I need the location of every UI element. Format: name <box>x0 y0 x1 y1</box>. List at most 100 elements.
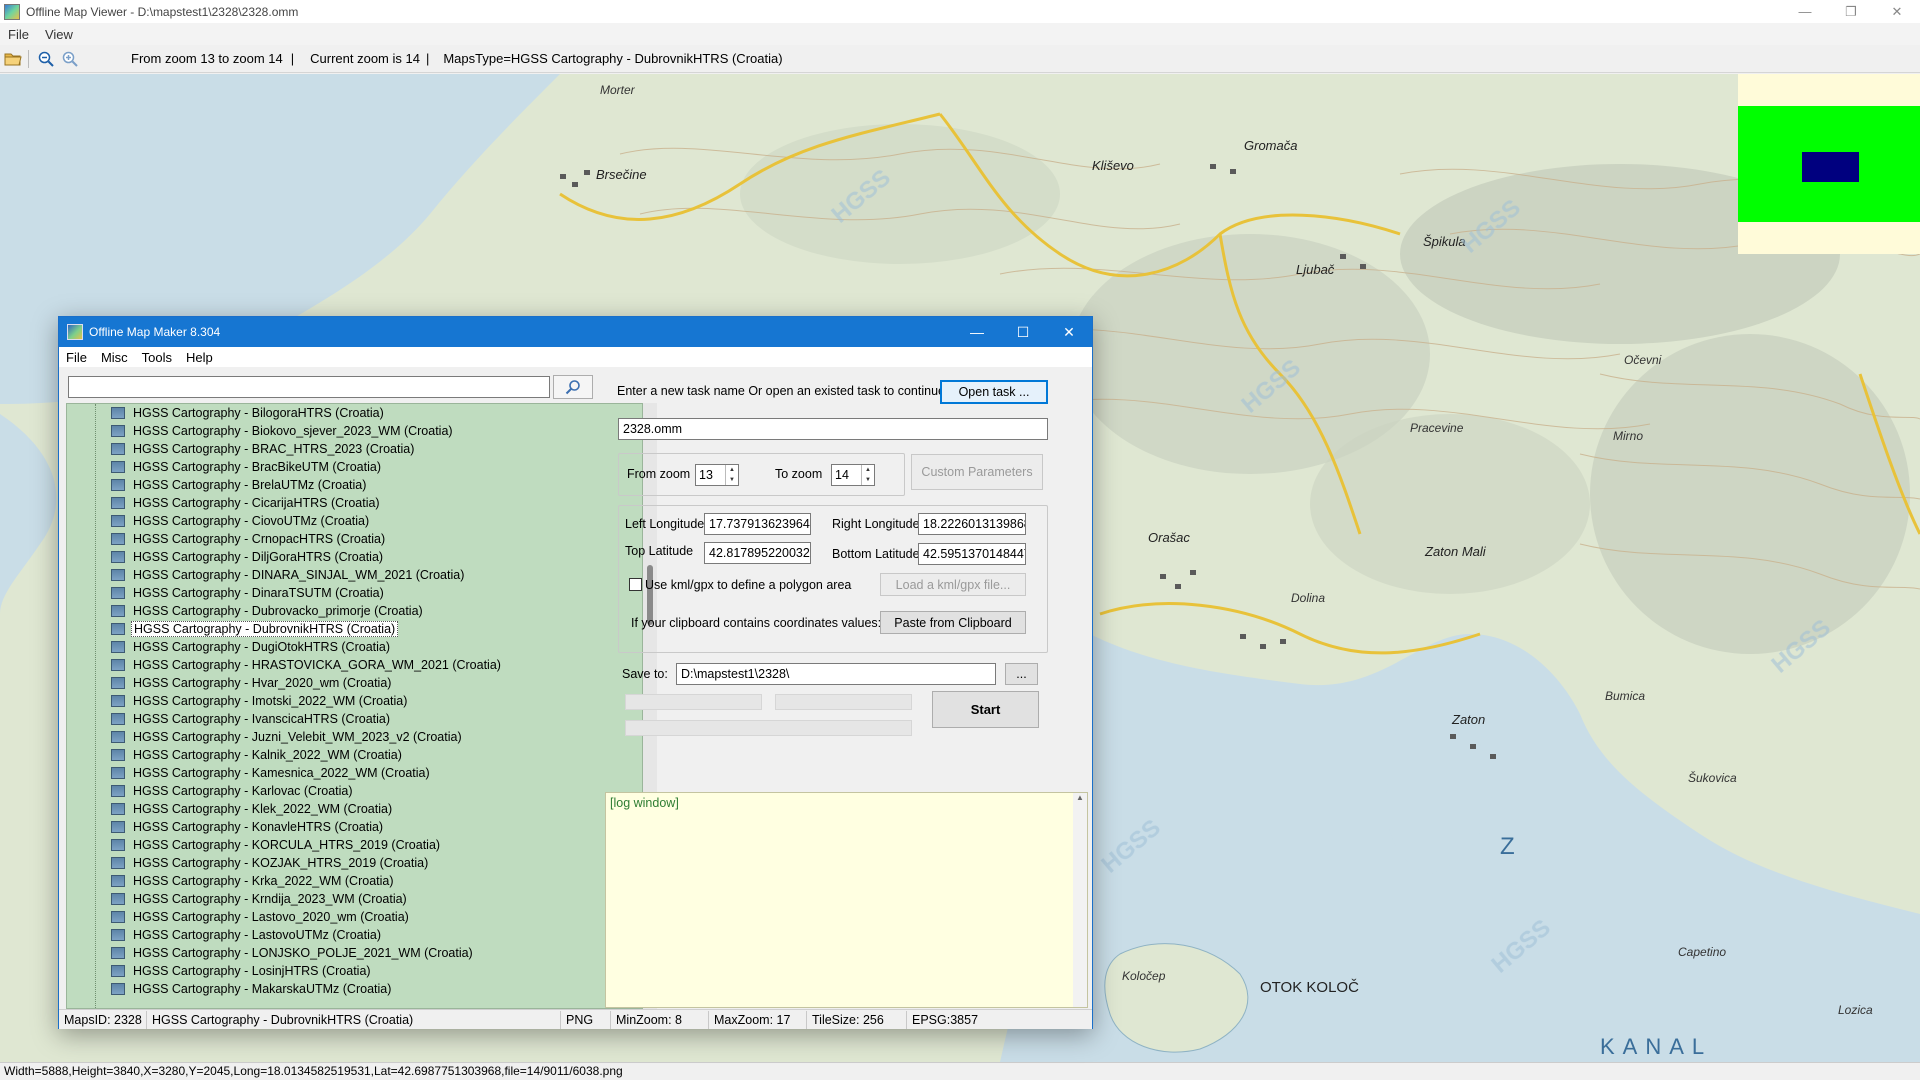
top-latitude-label: Top Latitude <box>625 544 694 558</box>
map-list-item[interactable]: HGSS Cartography - BRAC_HTRS_2023 (Croat… <box>67 440 642 458</box>
map-list-item[interactable]: HGSS Cartography - KORCULA_HTRS_2019 (Cr… <box>67 836 642 854</box>
map-list-item[interactable]: HGSS Cartography - Klek_2022_WM (Croatia… <box>67 800 642 818</box>
map-list-item[interactable]: HGSS Cartography - Karlovac (Croatia) <box>67 782 642 800</box>
map-list-item[interactable]: HGSS Cartography - LastovoUTMz (Croatia) <box>67 926 642 944</box>
menu-file[interactable]: File <box>0 27 37 42</box>
map-list-item[interactable]: HGSS Cartography - Kamesnica_2022_WM (Cr… <box>67 764 642 782</box>
left-longitude-field[interactable]: 17.7379136239647 <box>704 513 811 535</box>
search-button[interactable] <box>553 375 593 399</box>
map-list-item[interactable]: HGSS Cartography - Krka_2022_WM (Croatia… <box>67 872 642 890</box>
close-icon[interactable]: ✕ <box>1046 317 1092 347</box>
map-list-item[interactable]: HGSS Cartography - LONJSKO_POLJE_2021_WM… <box>67 944 642 962</box>
minimize-icon[interactable]: — <box>954 317 1000 347</box>
zoom-in-icon[interactable] <box>59 48 81 70</box>
map-list-item[interactable]: HGSS Cartography - Kalnik_2022_WM (Croat… <box>67 746 642 764</box>
bottom-latitude-field[interactable]: 42.5951370148447 <box>918 543 1026 565</box>
map-list-item[interactable]: HGSS Cartography - DiljGoraHTRS (Croatia… <box>67 548 642 566</box>
map-list-item[interactable]: HGSS Cartography - HRASTOVICKA_GORA_WM_2… <box>67 656 642 674</box>
map-list-item[interactable]: HGSS Cartography - CrnopacHTRS (Croatia) <box>67 530 642 548</box>
map-list-item-label: HGSS Cartography - Krndija_2023_WM (Croa… <box>133 892 407 906</box>
map-list-item-label: HGSS Cartography - DINARA_SINJAL_WM_2021… <box>133 568 465 582</box>
from-zoom-spinner[interactable]: 13 ▲ ▼ <box>695 464 739 486</box>
map-list-item[interactable]: HGSS Cartography - CicarijaHTRS (Croatia… <box>67 494 642 512</box>
current-zoom-text: Current zoom is 14 <box>310 51 420 66</box>
to-zoom-value: 14 <box>835 468 849 482</box>
map-list-item[interactable]: HGSS Cartography - Hvar_2020_wm (Croatia… <box>67 674 642 692</box>
maps-tree-list[interactable]: HGSS Cartography - BilogoraHTRS (Croatia… <box>66 403 643 1009</box>
map-list-item[interactable]: HGSS Cartography - LosinjHTRS (Croatia) <box>67 962 642 980</box>
map-list-item[interactable]: HGSS Cartography - DubrovnikHTRS (Croati… <box>67 620 642 638</box>
viewer-toolbar: From zoom 13 to zoom 14 | Current zoom i… <box>0 45 1920 73</box>
log-window[interactable]: [log window] ▲ <box>605 792 1088 1008</box>
map-list-item-label: HGSS Cartography - Dubrovacko_primorje (… <box>133 604 423 618</box>
map-icon <box>111 425 125 437</box>
menu-tools[interactable]: Tools <box>135 350 179 365</box>
map-icon <box>111 749 125 761</box>
map-label: Mirno <box>1613 429 1643 443</box>
menu-misc[interactable]: Misc <box>94 350 135 365</box>
map-list-item[interactable]: HGSS Cartography - Imotski_2022_WM (Croa… <box>67 692 642 710</box>
from-zoom-label: From zoom <box>627 467 691 481</box>
map-list-item[interactable]: HGSS Cartography - DugiOtokHTRS (Croatia… <box>67 638 642 656</box>
map-list-item[interactable]: HGSS Cartography - IvanscicaHTRS (Croati… <box>67 710 642 728</box>
map-list-item-label: HGSS Cartography - DubrovnikHTRS (Croati… <box>131 621 399 637</box>
spin-up-icon[interactable]: ▲ <box>862 465 874 475</box>
right-longitude-label: Right Longitude <box>832 517 920 531</box>
top-latitude-field[interactable]: 42.8178952200321 <box>704 542 811 564</box>
map-list-item[interactable]: HGSS Cartography - MakarskaUTMz (Croatia… <box>67 980 642 998</box>
paste-from-clipboard-button[interactable]: Paste from Clipboard <box>880 611 1026 634</box>
map-list-item[interactable]: HGSS Cartography - BracBikeUTM (Croatia) <box>67 458 642 476</box>
map-list-item-label: HGSS Cartography - Karlovac (Croatia) <box>133 784 353 798</box>
save-to-field[interactable]: D:\mapstest1\2328\ <box>676 663 996 685</box>
map-list-item[interactable]: HGSS Cartography - Lastovo_2020_wm (Croa… <box>67 908 642 926</box>
spin-up-icon[interactable]: ▲ <box>726 465 738 475</box>
map-list-item-label: HGSS Cartography - DinaraTSUTM (Croatia) <box>133 586 384 600</box>
minimize-icon[interactable]: — <box>1782 0 1828 23</box>
overview-viewport[interactable] <box>1802 152 1859 182</box>
start-button[interactable]: Start <box>932 691 1039 728</box>
map-list-item[interactable]: HGSS Cartography - CiovoUTMz (Croatia) <box>67 512 642 530</box>
map-icon <box>111 911 125 923</box>
menu-file[interactable]: File <box>59 350 94 365</box>
open-task-button[interactable]: Open task ... <box>940 380 1048 404</box>
open-folder-icon[interactable] <box>2 48 24 70</box>
map-icon <box>111 875 125 887</box>
overview-minimap[interactable] <box>1738 74 1920 254</box>
map-label: Orašac <box>1148 530 1190 545</box>
spin-down-icon[interactable]: ▼ <box>862 475 874 485</box>
map-icon <box>111 659 125 671</box>
map-list-item-label: HGSS Cartography - CicarijaHTRS (Croatia… <box>133 496 380 510</box>
log-scrollbar[interactable]: ▲ <box>1073 793 1087 1007</box>
spin-down-icon[interactable]: ▼ <box>726 475 738 485</box>
map-list-item-label: HGSS Cartography - Biokovo_sjever_2023_W… <box>133 424 453 438</box>
map-list-item[interactable]: HGSS Cartography - Dubrovacko_primorje (… <box>67 602 642 620</box>
custom-parameters-button[interactable]: Custom Parameters <box>911 454 1043 490</box>
map-list-item-label: HGSS Cartography - BRAC_HTRS_2023 (Croat… <box>133 442 415 456</box>
map-list-item[interactable]: HGSS Cartography - KOZJAK_HTRS_2019 (Cro… <box>67 854 642 872</box>
map-search-input[interactable] <box>68 376 550 398</box>
map-list-item[interactable]: HGSS Cartography - Biokovo_sjever_2023_W… <box>67 422 642 440</box>
to-zoom-spinner[interactable]: 14 ▲ ▼ <box>831 464 875 486</box>
map-list-item-label: HGSS Cartography - KORCULA_HTRS_2019 (Cr… <box>133 838 441 852</box>
zoom-out-icon[interactable] <box>35 48 57 70</box>
map-list-item[interactable]: HGSS Cartography - Juzni_Velebit_WM_2023… <box>67 728 642 746</box>
right-longitude-field[interactable]: 18.2226013139868 <box>918 513 1026 535</box>
menu-help[interactable]: Help <box>179 350 220 365</box>
close-icon[interactable]: ✕ <box>1874 0 1920 23</box>
restore-icon[interactable]: ❐ <box>1828 0 1874 23</box>
map-list-item[interactable]: HGSS Cartography - Krndija_2023_WM (Croa… <box>67 890 642 908</box>
scroll-up-icon[interactable]: ▲ <box>1073 793 1087 802</box>
dialog-status-bar: MapsID: 2328 HGSS Cartography - Dubrovni… <box>59 1009 1092 1029</box>
kml-polygon-checkbox[interactable] <box>629 578 642 591</box>
load-kml-button[interactable]: Load a kml/gpx file... <box>880 573 1026 596</box>
map-list-item[interactable]: HGSS Cartography - DinaraTSUTM (Croatia) <box>67 584 642 602</box>
viewer-menubar: File View <box>0 23 1920 45</box>
map-list-item[interactable]: HGSS Cartography - BilogoraHTRS (Croatia… <box>67 404 642 422</box>
browse-button[interactable]: ... <box>1005 663 1038 685</box>
menu-view[interactable]: View <box>37 27 81 42</box>
task-name-field[interactable]: 2328.omm <box>618 418 1048 440</box>
map-list-item[interactable]: HGSS Cartography - KonavleHTRS (Croatia) <box>67 818 642 836</box>
map-list-item[interactable]: HGSS Cartography - BrelaUTMz (Croatia) <box>67 476 642 494</box>
map-list-item[interactable]: HGSS Cartography - DINARA_SINJAL_WM_2021… <box>67 566 642 584</box>
maximize-icon[interactable]: ☐ <box>1000 317 1046 347</box>
